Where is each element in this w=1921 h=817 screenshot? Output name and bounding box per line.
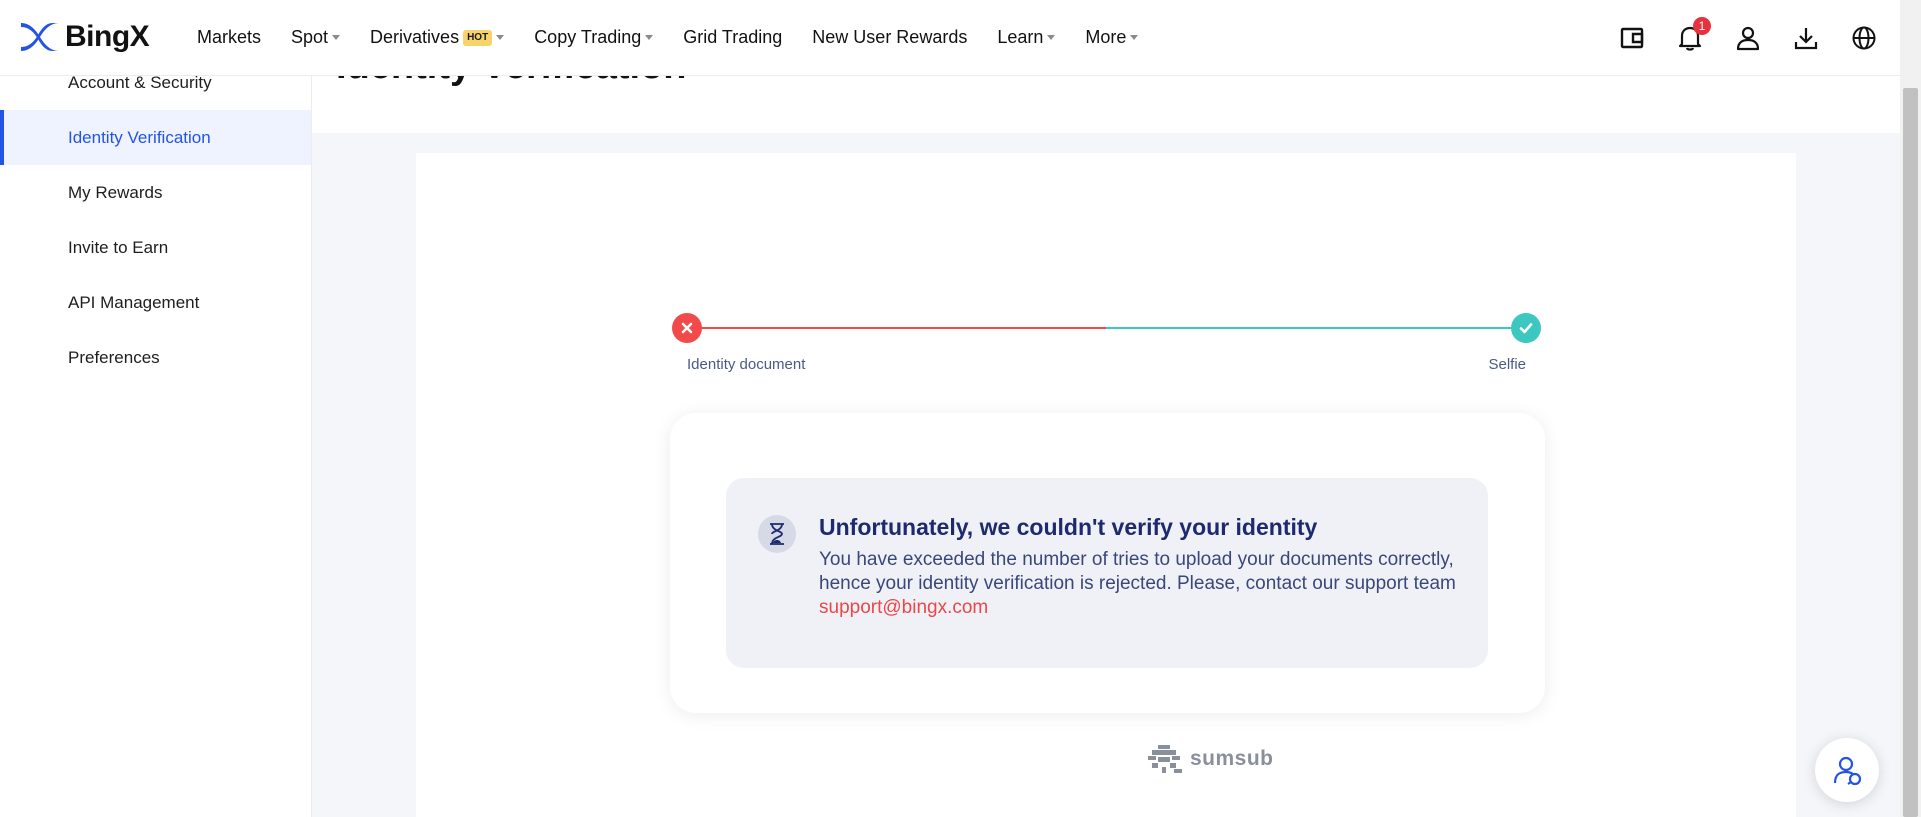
sidebar-item-invite-to-earn[interactable]: Invite to Earn <box>0 220 311 275</box>
bell-icon[interactable]: 1 <box>1675 16 1711 53</box>
sidebar-item-label: Preferences <box>68 347 160 367</box>
scrollbar-thumb[interactable] <box>1903 88 1918 817</box>
chevron-down-icon <box>1047 35 1056 40</box>
step-done-check-icon <box>1511 313 1541 343</box>
download-icon[interactable] <box>1791 23 1821 53</box>
rejection-message-box: Unfortunately, we couldn't verify your i… <box>726 478 1488 668</box>
result-panel: Unfortunately, we couldn't verify your i… <box>670 413 1545 713</box>
sidebar-item-label: API Management <box>68 292 200 312</box>
globe-icon[interactable] <box>1849 23 1879 53</box>
sumsub-logo: sumsub <box>1144 743 1274 775</box>
chevron-down-icon <box>496 35 505 40</box>
nav-new-user-rewards[interactable]: New User Rewards <box>812 27 967 48</box>
sumsub-mark-icon <box>1148 745 1182 773</box>
nav-label: Copy Trading <box>534 27 642 47</box>
main-nav: Markets Spot Derivatives HOT Copy Trading… <box>197 0 1168 75</box>
step-label-identity-document: Identity document <box>687 356 806 373</box>
bingx-logo[interactable]: BingX <box>19 20 150 54</box>
nav-grid-trading[interactable]: Grid Trading <box>683 27 782 48</box>
nav-label: Derivatives <box>370 27 460 47</box>
sidebar-item-api-management[interactable]: API Management <box>0 275 311 330</box>
sumsub-wordmark: sumsub <box>1190 747 1274 770</box>
support-email-link[interactable]: support@bingx.com <box>819 597 988 618</box>
chevron-down-icon <box>645 35 654 40</box>
sidebar-item-identity-verification[interactable]: Identity Verification <box>0 110 311 165</box>
hourglass-icon <box>758 515 796 553</box>
sidebar-item-label: Identity Verification <box>68 127 211 147</box>
support-agent-icon <box>1833 756 1862 786</box>
rejection-message-text: You have exceeded the number of tries to… <box>819 549 1456 594</box>
step-progress-line <box>687 327 1526 329</box>
header-actions: 1 <box>1617 0 1879 75</box>
logo-text: BingX <box>65 20 150 53</box>
top-navigation: BingX Markets Spot Derivatives HOT Copy T… <box>0 0 1900 76</box>
page-header: Identity Verification <box>312 75 1900 133</box>
nav-spot[interactable]: Spot <box>291 27 341 48</box>
step-label-selfie: Selfie <box>1488 356 1526 373</box>
nav-more[interactable]: More <box>1085 27 1139 48</box>
wallet-icon[interactable] <box>1617 23 1647 53</box>
chevron-down-icon <box>332 35 341 40</box>
verification-card: Identity document Selfie Unfortunately, … <box>416 153 1796 817</box>
nav-label: Markets <box>197 27 262 47</box>
nav-copy-trading[interactable]: Copy Trading <box>534 27 654 48</box>
chevron-down-icon <box>1130 35 1139 40</box>
nav-label: More <box>1085 27 1127 47</box>
sidebar-item-preferences[interactable]: Preferences <box>0 330 311 385</box>
sidebar-item-my-rewards[interactable]: My Rewards <box>0 165 311 220</box>
nav-label: Learn <box>997 27 1044 47</box>
main-content: Identity Verification Identity document … <box>312 75 1900 817</box>
nav-label: Spot <box>291 27 329 47</box>
notification-badge: 1 <box>1693 16 1711 35</box>
page-scrollbar[interactable] <box>1900 0 1921 817</box>
nav-label: New User Rewards <box>812 27 968 47</box>
step-failed-icon <box>672 313 702 343</box>
nav-learn[interactable]: Learn <box>997 27 1056 48</box>
bingx-logo-icon <box>21 23 59 51</box>
settings-sidebar: Account & Security Identity Verification… <box>0 73 312 817</box>
support-chat-button[interactable] <box>1815 738 1879 802</box>
user-icon[interactable] <box>1733 23 1763 53</box>
nav-markets[interactable]: Markets <box>197 27 261 48</box>
sidebar-item-label: Invite to Earn <box>68 237 169 257</box>
rejection-message: You have exceeded the number of tries to… <box>819 548 1469 620</box>
page-title: Identity Verification <box>336 75 687 88</box>
hot-badge: HOT <box>463 29 493 46</box>
rejection-title: Unfortunately, we couldn't verify your i… <box>819 514 1318 540</box>
sidebar-item-label: My Rewards <box>68 182 163 202</box>
nav-derivatives[interactable]: Derivatives HOT <box>370 27 505 48</box>
nav-label: Grid Trading <box>683 27 783 47</box>
